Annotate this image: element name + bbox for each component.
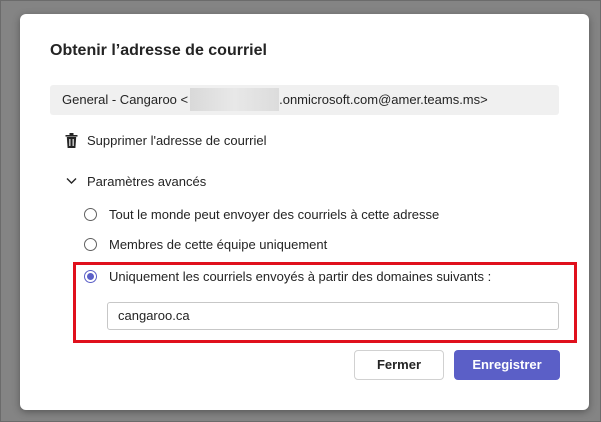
get-email-address-dialog: Obtenir l’adresse de courriel General - … — [20, 14, 589, 410]
radio-team-members[interactable] — [84, 237, 97, 251]
domains-input[interactable]: cangaroo.ca — [107, 302, 559, 330]
option-everyone-label: Tout le monde peut envoyer des courriels… — [109, 206, 440, 222]
option-domains[interactable]: Uniquement les courriels envoyés à parti… — [84, 267, 491, 285]
radio-everyone[interactable] — [84, 207, 97, 221]
advanced-settings-toggle[interactable]: Paramètres avancés — [66, 173, 206, 189]
radio-domains[interactable] — [84, 269, 97, 283]
option-everyone[interactable]: Tout le monde peut envoyer des courriels… — [84, 205, 439, 223]
trash-icon — [65, 132, 78, 148]
channel-email-address: General - Cangaroo < .onmicrosoft.com@ame… — [50, 85, 559, 115]
chevron-down-icon — [66, 178, 77, 184]
advanced-label: Paramètres avancés — [87, 173, 207, 189]
close-button[interactable]: Fermer — [354, 350, 444, 380]
dialog-title: Obtenir l’adresse de courriel — [50, 42, 267, 59]
address-prefix: General - Cangaroo < — [62, 92, 189, 107]
option-domains-label: Uniquement les courriels envoyés à parti… — [109, 268, 492, 284]
save-button[interactable]: Enregistrer — [454, 350, 560, 380]
delete-label: Supprimer l'adresse de courriel — [87, 132, 267, 148]
option-team-members-label: Membres de cette équipe uniquement — [109, 236, 328, 252]
redacted-block — [190, 88, 280, 112]
option-team-members[interactable]: Membres de cette équipe uniquement — [84, 235, 327, 253]
address-suffix: .onmicrosoft.com@amer.teams.ms> — [279, 92, 488, 107]
delete-email-address-button[interactable]: Supprimer l'adresse de courriel — [65, 131, 267, 149]
